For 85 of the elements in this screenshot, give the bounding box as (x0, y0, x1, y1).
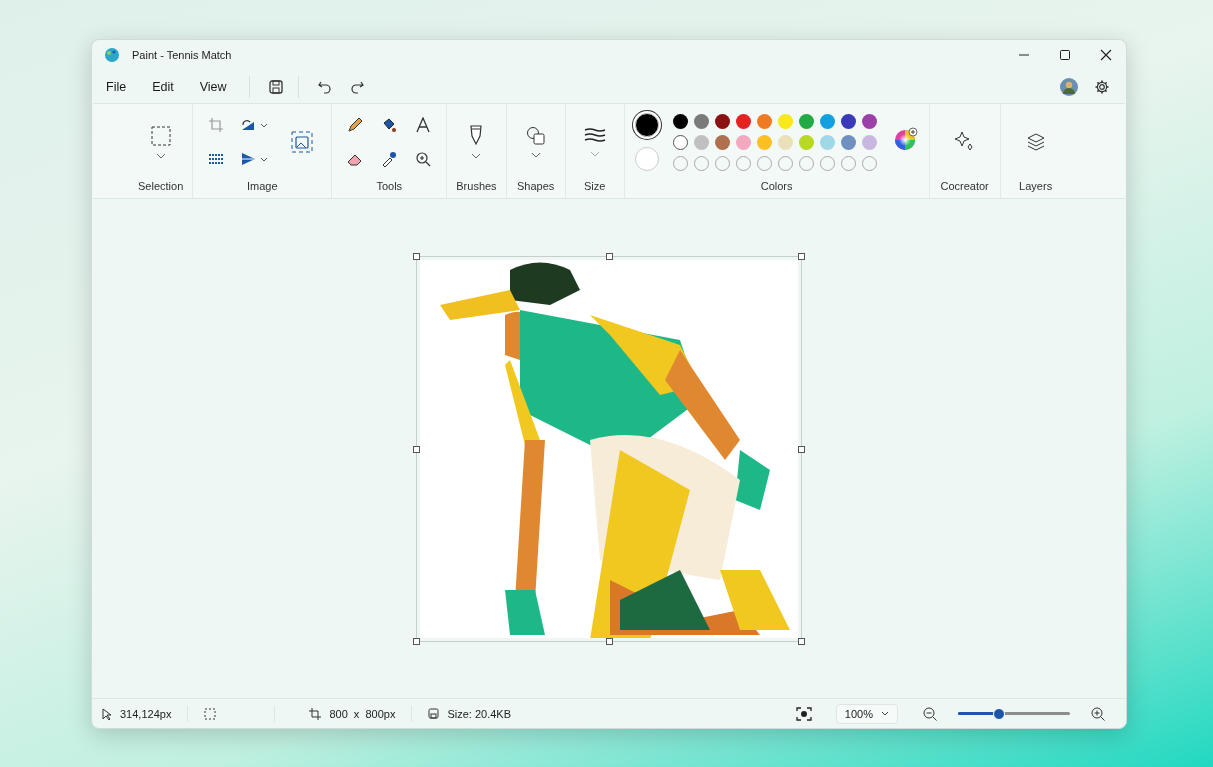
chevron-down-icon (260, 156, 269, 162)
color-swatch[interactable] (798, 134, 814, 150)
chevron-down-icon (471, 153, 482, 159)
color-swatch[interactable] (777, 134, 793, 150)
chevron-down-icon (881, 711, 889, 716)
fill-bucket-icon (381, 117, 398, 133)
group-label: Brushes (456, 180, 497, 194)
resize-handle[interactable] (798, 445, 805, 453)
chevron-down-icon (589, 151, 600, 157)
color-swatch[interactable] (819, 134, 835, 150)
pointer-icon (102, 707, 112, 720)
flip-icon (240, 152, 257, 166)
color-swatch[interactable] (672, 134, 688, 150)
group-label: Shapes (516, 180, 555, 194)
color-swatch[interactable] (756, 134, 772, 150)
resize-handle[interactable] (413, 445, 420, 453)
canvas-size: 800 x 800px (329, 707, 396, 720)
group-label: Size (583, 180, 606, 194)
menu-item[interactable]: File (98, 74, 135, 99)
color-swatch[interactable] (693, 113, 709, 129)
zoom-out-icon (923, 706, 937, 721)
chevron-down-icon (155, 153, 166, 159)
color-swatch[interactable] (819, 113, 835, 129)
color-swatch[interactable] (840, 113, 856, 129)
color-swatch[interactable] (714, 113, 730, 129)
crop-icon (208, 117, 225, 133)
primary-color-swatch[interactable] (634, 113, 659, 137)
settings-icon (1094, 78, 1110, 95)
secondary-color-swatch[interactable] (634, 147, 659, 171)
layers-icon (1025, 132, 1046, 152)
zoom-in-icon (1091, 706, 1105, 721)
zoom-dropdown[interactable]: 100% (835, 703, 898, 724)
resize-handle[interactable] (413, 252, 420, 260)
canvas-size-icon (309, 707, 322, 720)
text-icon (415, 117, 432, 133)
maximize-icon (1058, 49, 1071, 61)
group-label: Cocreator (940, 180, 989, 194)
chevron-down-icon (530, 152, 541, 158)
fit-to-window-icon (795, 706, 812, 721)
paint-palette-icon (104, 47, 120, 63)
avatar-icon[interactable] (1060, 77, 1078, 96)
wavy-lines-icon (583, 127, 606, 145)
group-label: Colors (760, 180, 793, 194)
zoom-in-icon (415, 151, 432, 167)
color-swatch[interactable] (714, 134, 730, 150)
brush-icon (468, 125, 485, 147)
rotate-icon (240, 118, 257, 132)
color-swatch[interactable] (756, 113, 772, 129)
color-swatch[interactable] (693, 134, 709, 150)
color-swatch[interactable] (840, 134, 856, 150)
color-swatch[interactable] (861, 134, 877, 150)
resize-handle[interactable] (606, 252, 613, 260)
menu-item[interactable]: View (191, 74, 235, 99)
pencil-icon (347, 117, 364, 133)
close-icon (1099, 49, 1112, 61)
image-frame-icon (291, 131, 314, 153)
group-label: Image (246, 180, 278, 194)
file-size: Size: 20.4KB (447, 707, 512, 720)
chevron-down-icon (260, 122, 269, 128)
color-swatch[interactable] (861, 113, 877, 129)
window-title: Paint - Tennis Match (132, 49, 232, 61)
menu-item[interactable]: Edit (144, 74, 182, 99)
resize-handle[interactable] (798, 637, 805, 645)
color-swatch[interactable] (735, 134, 751, 150)
group-label: Tools (376, 180, 403, 194)
eyedropper-icon (381, 151, 398, 167)
group-label: Selection (138, 180, 184, 194)
save-icon (267, 78, 284, 95)
color-swatch[interactable] (798, 113, 814, 129)
color-swatch[interactable] (777, 113, 793, 129)
shapes-icon (525, 126, 546, 146)
group-label: Layers (1019, 180, 1053, 194)
selection-size-icon (204, 707, 217, 720)
zoom-slider[interactable] (958, 707, 1070, 720)
color-wheel-icon (893, 127, 918, 151)
cursor-position: 314,124px (120, 707, 172, 720)
resize-handle[interactable] (798, 252, 805, 260)
resize-handle[interactable] (413, 637, 420, 645)
slider-thumb[interactable] (993, 707, 1006, 720)
resize-handle[interactable] (606, 637, 613, 645)
color-swatch[interactable] (672, 113, 688, 129)
hatch-pattern-icon (208, 153, 225, 165)
color-swatch[interactable] (735, 113, 751, 129)
dashed-square-icon (149, 125, 172, 147)
edit-colors-button[interactable] (892, 126, 919, 152)
